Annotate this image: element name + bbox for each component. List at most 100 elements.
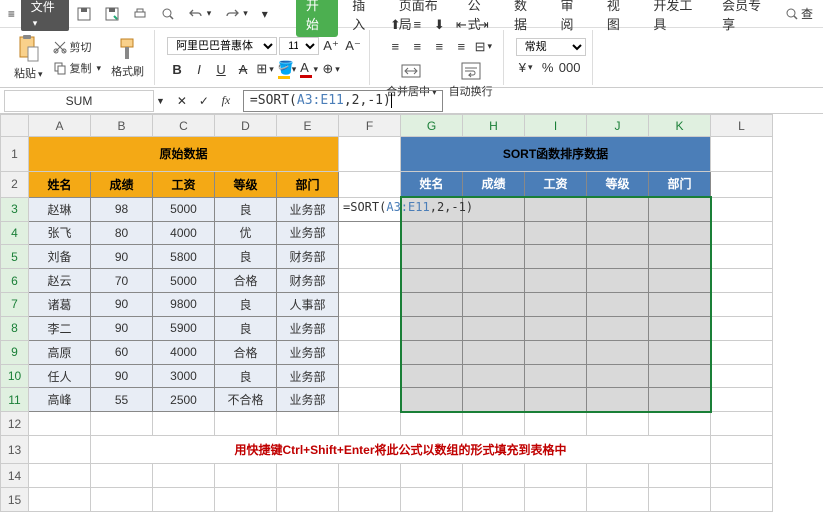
cell[interactable]: 60	[91, 340, 153, 364]
cell[interactable]: 98	[91, 197, 153, 221]
row-header[interactable]: 12	[1, 412, 29, 436]
result-cell[interactable]	[463, 269, 525, 293]
cell[interactable]	[91, 488, 153, 512]
result-cell[interactable]	[401, 293, 463, 317]
cell[interactable]	[339, 293, 401, 317]
app-menu-icon[interactable]: ≡	[4, 6, 19, 22]
cell[interactable]: 70	[91, 269, 153, 293]
cell[interactable]	[711, 316, 773, 340]
col-header[interactable]: H	[463, 115, 525, 137]
cell[interactable]	[649, 412, 711, 436]
cell[interactable]	[711, 464, 773, 488]
file-menu[interactable]: 文件	[21, 0, 69, 31]
result-cell[interactable]	[463, 245, 525, 269]
select-all-corner[interactable]	[1, 115, 29, 137]
result-cell[interactable]	[525, 269, 587, 293]
cell[interactable]	[711, 221, 773, 245]
cell[interactable]: 90	[91, 364, 153, 388]
copy-button[interactable]: 复制	[49, 58, 106, 78]
left-header[interactable]: 工资	[153, 171, 215, 197]
result-cell[interactable]	[587, 293, 649, 317]
cell[interactable]	[29, 436, 91, 464]
cell[interactable]	[587, 488, 649, 512]
comma-icon[interactable]: 000	[560, 58, 580, 78]
col-header[interactable]: B	[91, 115, 153, 137]
redo-button[interactable]	[219, 6, 254, 22]
cell[interactable]: 5900	[153, 316, 215, 340]
cell[interactable]: 业务部	[277, 221, 339, 245]
cell[interactable]: 赵琳	[29, 197, 91, 221]
col-header[interactable]: D	[215, 115, 277, 137]
result-cell[interactable]	[587, 364, 649, 388]
name-box-dropdown-icon[interactable]: ▼	[156, 96, 165, 106]
cell[interactable]	[711, 436, 773, 464]
cell[interactable]: 合格	[215, 269, 277, 293]
cell[interactable]: 合格	[215, 340, 277, 364]
spreadsheet[interactable]: A B C D E F G H I J K L 1原始数据SORT函数排序数据2…	[0, 114, 823, 512]
row-header[interactable]: 7	[1, 293, 29, 317]
result-cell[interactable]	[587, 197, 649, 221]
formula-input[interactable]: =SORT(A3:E11,2,-1)	[243, 90, 443, 112]
font-color-button[interactable]: A	[299, 59, 319, 79]
cell[interactable]	[587, 464, 649, 488]
result-cell[interactable]	[525, 316, 587, 340]
search-button[interactable]: 查	[779, 3, 819, 24]
result-cell[interactable]	[649, 221, 711, 245]
cell[interactable]: 良	[215, 245, 277, 269]
result-cell[interactable]	[401, 388, 463, 412]
cell[interactable]	[339, 269, 401, 293]
cell[interactable]: 任人	[29, 364, 91, 388]
percent-icon[interactable]: %	[538, 58, 558, 78]
cell[interactable]	[525, 412, 587, 436]
cell[interactable]: 90	[91, 316, 153, 340]
cell[interactable]	[711, 245, 773, 269]
cell[interactable]	[91, 412, 153, 436]
cell[interactable]	[711, 388, 773, 412]
cell[interactable]: 80	[91, 221, 153, 245]
left-header[interactable]: 成绩	[91, 171, 153, 197]
result-cell[interactable]	[401, 364, 463, 388]
row-header[interactable]: 4	[1, 221, 29, 245]
result-cell[interactable]	[525, 197, 587, 221]
cell[interactable]: 5800	[153, 245, 215, 269]
border-button[interactable]: ⊞	[255, 59, 275, 79]
cell[interactable]	[339, 340, 401, 364]
cell[interactable]: 9800	[153, 293, 215, 317]
cell[interactable]: 业务部	[277, 197, 339, 221]
result-cell[interactable]	[463, 388, 525, 412]
cell[interactable]	[525, 464, 587, 488]
cell[interactable]	[463, 464, 525, 488]
result-cell[interactable]	[463, 221, 525, 245]
result-cell[interactable]	[649, 340, 711, 364]
fill-color-button[interactable]: 🪣	[277, 59, 297, 79]
left-header[interactable]: 部门	[277, 171, 339, 197]
row-header[interactable]: 9	[1, 340, 29, 364]
left-header[interactable]: 姓名	[29, 171, 91, 197]
result-cell[interactable]	[525, 388, 587, 412]
right-header[interactable]: 成绩	[463, 171, 525, 197]
cell[interactable]	[215, 464, 277, 488]
font-size-select[interactable]: 11	[279, 37, 319, 55]
increase-indent-icon[interactable]: ⇥	[473, 15, 493, 35]
cell[interactable]	[711, 340, 773, 364]
phonetic-button[interactable]: ⊕	[321, 59, 341, 79]
col-header[interactable]: L	[711, 115, 773, 137]
col-header[interactable]: A	[29, 115, 91, 137]
cell[interactable]	[339, 464, 401, 488]
row-header[interactable]: 1	[1, 137, 29, 172]
cell[interactable]: 90	[91, 293, 153, 317]
cell[interactable]: 刘备	[29, 245, 91, 269]
italic-button[interactable]: I	[189, 59, 209, 79]
print-icon[interactable]	[127, 5, 153, 23]
decrease-indent-icon[interactable]: ⇤	[451, 15, 471, 35]
align-center-icon[interactable]: ≡	[407, 37, 427, 57]
left-header[interactable]: 等级	[215, 171, 277, 197]
accept-formula-icon[interactable]: ✓	[195, 92, 213, 110]
number-format-select[interactable]: 常规	[516, 38, 586, 56]
paste-button[interactable]: 粘贴	[10, 33, 47, 83]
cell[interactable]: 3000	[153, 364, 215, 388]
result-cell[interactable]	[587, 221, 649, 245]
cell[interactable]	[463, 488, 525, 512]
name-box[interactable]: SUM	[4, 90, 154, 112]
result-cell[interactable]	[587, 340, 649, 364]
